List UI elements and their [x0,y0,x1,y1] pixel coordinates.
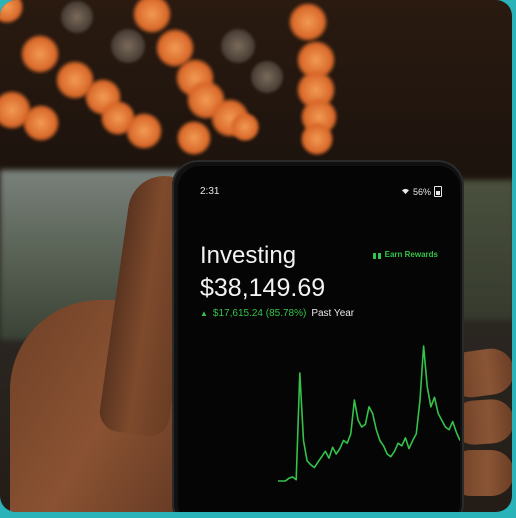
status-bar-right: 56% [401,186,442,197]
bokeh-light-dim [250,60,284,94]
bokeh-light [300,122,334,156]
portfolio-line-chart[interactable] [178,316,460,491]
earn-rewards-label: Earn Rewards [384,250,438,259]
phone-screen: 2:31 56% Investing Earn Rewards $38,149.… [178,166,460,512]
bokeh-light-dim [220,28,256,64]
bokeh-light-dim [60,0,94,34]
bokeh-light [176,120,212,156]
wifi-icon [401,188,409,195]
battery-icon [434,186,442,197]
earn-rewards-link[interactable]: Earn Rewards [372,250,438,259]
bokeh-light [288,2,328,42]
battery-percent: 56% [412,186,431,197]
bokeh-light [20,34,60,74]
portfolio-balance: $38,149.69 [200,274,326,302]
bokeh-light [125,112,163,150]
bokeh-light-dim [110,28,146,64]
bokeh-light [0,0,24,24]
page-title: Investing [200,242,297,269]
gift-icon [372,250,381,259]
status-time: 2:31 [200,186,220,197]
bokeh-light [22,104,60,142]
bokeh-light [230,112,260,142]
photo-frame: 2:31 56% Investing Earn Rewards $38,149.… [0,0,512,512]
chart-series-line [278,345,460,482]
